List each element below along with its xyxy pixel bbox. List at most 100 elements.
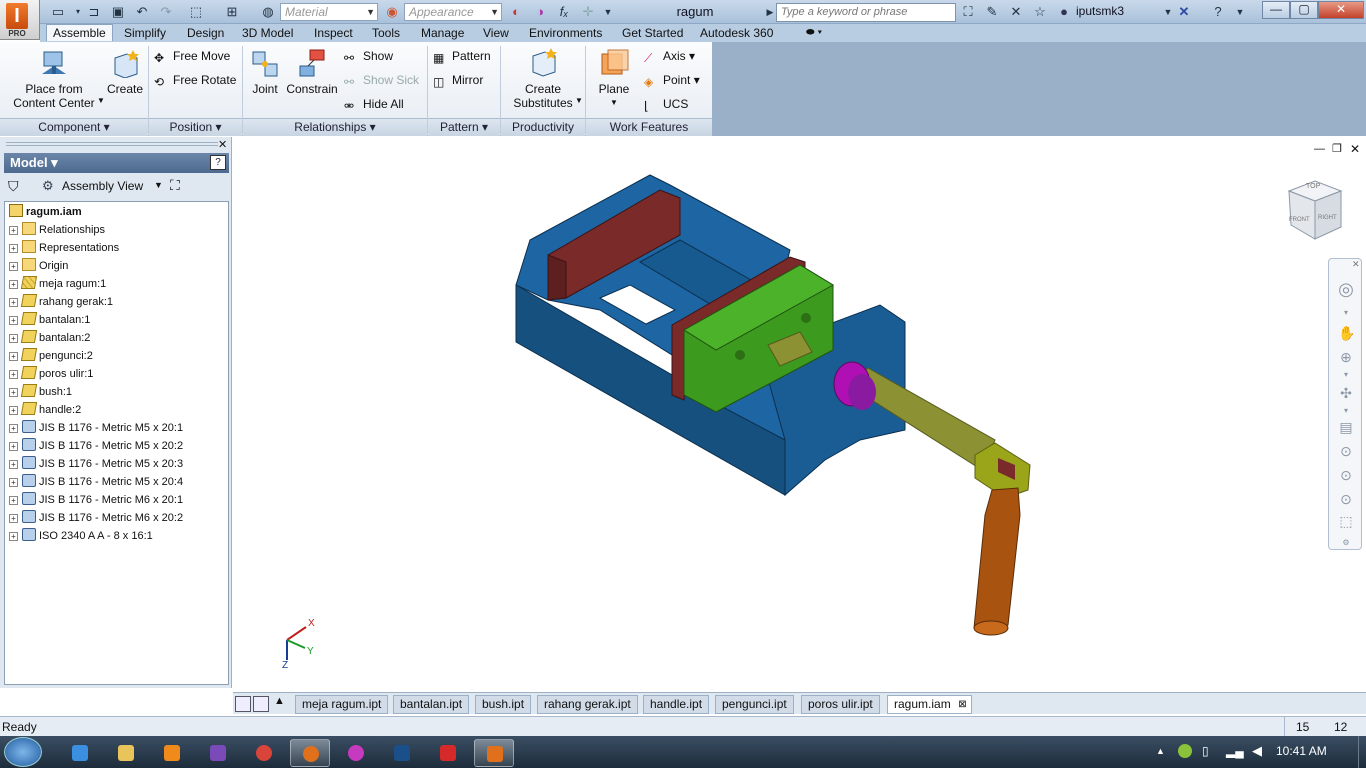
comm-center-icon[interactable]: ✕ (1008, 4, 1024, 20)
viewcube-right-face[interactable]: RIGHT (1318, 215, 1337, 221)
tree-root[interactable]: ragum.iam (9, 203, 82, 221)
expand-icon[interactable]: + (9, 316, 18, 325)
doc-tab-rahang-gerak[interactable]: rahang gerak.ipt (537, 695, 638, 714)
tab-design[interactable]: Design (181, 25, 230, 42)
tab-close-icon[interactable]: ⊠ (958, 696, 966, 713)
taskbar-screen-recorder[interactable] (428, 739, 468, 767)
tree-node[interactable]: + bantalan:1 (9, 311, 90, 329)
expand-icon[interactable]: + (9, 514, 18, 523)
pan-hand-icon[interactable]: ✋ (1338, 325, 1355, 341)
browser-title-bar[interactable]: Model ▾ (4, 153, 229, 173)
application-menu-button[interactable]: I PRO (0, 0, 40, 40)
zoom-selected-icon[interactable]: ⊙ (1338, 491, 1354, 507)
tree-node[interactable]: + ISO 2340 A A - 8 x 16:1 (9, 527, 153, 545)
doc-tab-poros-ulir[interactable]: poros ulir.ipt (801, 695, 880, 714)
doc-tab-meja-ragum[interactable]: meja ragum.ipt (295, 695, 389, 714)
network-icon[interactable]: ▂▄ (1226, 744, 1244, 758)
panel-component[interactable]: Component ▾ (0, 118, 148, 136)
doc-tab-ragum-active[interactable]: ragum.iam ⊠ (887, 695, 972, 714)
show-desktop-button[interactable] (1358, 736, 1366, 768)
tree-node[interactable]: + Origin (9, 257, 68, 275)
tab-manage[interactable]: Manage (415, 25, 470, 42)
substitutes-dropdown-icon[interactable]: ▼ (575, 96, 583, 105)
binoculars-find-icon[interactable]: ⛶ (170, 177, 180, 194)
doc-tab-bantalan[interactable]: bantalan.ipt (393, 695, 470, 714)
point-button[interactable]: ◈ Point ▾ (644, 72, 700, 89)
favorites-star-icon[interactable]: ☆ (1032, 4, 1048, 20)
taskbar-media-player[interactable] (152, 739, 192, 767)
fit-icon[interactable]: ⬚ (1338, 513, 1354, 529)
parameters-fx-icon[interactable]: fₓ (556, 4, 572, 20)
tree-node[interactable]: + JIS B 1176 - Metric M5 x 20:2 (9, 437, 183, 455)
canvas-restore-icon[interactable]: ❐ (1332, 142, 1342, 155)
select-filter-icon[interactable]: ⊞ (224, 4, 240, 20)
save-icon[interactable]: ▣ (110, 4, 126, 20)
expand-icon[interactable]: + (9, 352, 18, 361)
user-name[interactable]: iputsmk3 (1076, 4, 1124, 18)
exchange-x-icon[interactable]: ✕ (1176, 4, 1192, 20)
ucs-button[interactable]: ⌊ UCS (644, 96, 688, 113)
axis-button[interactable]: ⟋ Axis ▾ (644, 48, 695, 65)
plane-button[interactable]: Plane (592, 48, 636, 96)
minimize-button[interactable]: — (1262, 1, 1290, 19)
expand-icon[interactable]: + (9, 388, 18, 397)
zoom-all-icon[interactable]: ⊙ (1338, 443, 1354, 459)
free-rotate-button[interactable]: ⟲ Free Rotate (154, 72, 236, 89)
constrain-button[interactable]: Constrain (284, 48, 340, 96)
joint-button[interactable]: Joint (246, 48, 284, 96)
navbar-customize-icon[interactable]: ⚙ (1338, 535, 1354, 551)
expand-icon[interactable]: + (9, 244, 18, 253)
expand-icon[interactable]: + (9, 442, 18, 451)
navbar-close-icon[interactable]: ✕ (1352, 259, 1360, 270)
tree-node[interactable]: + pengunci:2 (9, 347, 93, 365)
tab-3d-model[interactable]: 3D Model (236, 25, 299, 42)
taskbar-explorer[interactable] (106, 739, 146, 767)
tile-windows-icon[interactable] (253, 696, 269, 712)
orbit-icon[interactable]: ✣ (1338, 385, 1354, 401)
plane-dropdown-icon[interactable]: ▼ (610, 98, 618, 107)
tab-get-started[interactable]: Get Started (616, 25, 689, 42)
taskbar-inventor[interactable] (474, 739, 514, 767)
binoculars-icon[interactable]: ⛶ (960, 4, 976, 20)
pattern-button[interactable]: ▦ Pattern (433, 48, 491, 65)
new-file-icon[interactable]: ▭ (50, 4, 66, 20)
expand-icon[interactable]: + (9, 496, 18, 505)
tree-node[interactable]: + bantalan:2 (9, 329, 90, 347)
free-move-button[interactable]: ✥ Free Move (154, 48, 230, 65)
expand-icon[interactable]: + (9, 226, 18, 235)
tab-environments[interactable]: Environments (523, 25, 608, 42)
tray-device-icon[interactable]: ▯ (1202, 744, 1209, 758)
taskbar-firefox[interactable] (290, 739, 330, 767)
orbit-dropdown-icon[interactable]: ▾ (1338, 403, 1354, 419)
tab-view[interactable]: View (477, 25, 515, 42)
expand-icon[interactable]: + (9, 406, 18, 415)
tree-node[interactable]: + poros ulir:1 (9, 365, 93, 383)
expand-icon[interactable]: + (9, 478, 18, 487)
return-icon[interactable]: ⬚ (188, 4, 204, 20)
update-icon[interactable]: ◍ (260, 4, 276, 20)
maximize-button[interactable]: ▢ (1290, 1, 1318, 19)
view-dropdown-icon[interactable]: ▼ (154, 180, 163, 190)
taskbar-clock[interactable]: 10:41 AM (1276, 744, 1327, 758)
browser-help-icon[interactable]: ? (210, 155, 226, 170)
tree-node[interactable]: + rahang gerak:1 (9, 293, 113, 311)
graphics-window[interactable]: X Y Z TOP FRONT RIGHT — ❐ ✕ (233, 137, 1366, 692)
expand-icon[interactable]: + (9, 262, 18, 271)
canvas-minimize-icon[interactable]: — (1314, 143, 1325, 155)
taskbar-picasa[interactable] (336, 739, 376, 767)
viewcube-top-face[interactable]: TOP (1306, 183, 1320, 190)
show-sick-button[interactable]: ⚯ Show Sick (344, 72, 419, 89)
tabs-menu-icon[interactable]: ▲ (274, 695, 285, 707)
mirror-button[interactable]: ◫ Mirror (433, 72, 483, 89)
tab-autodesk-360[interactable]: Autodesk 360 (694, 25, 779, 42)
wheel-dropdown-icon[interactable]: ▾ (1338, 305, 1354, 321)
cascade-windows-icon[interactable] (235, 696, 251, 712)
zoom-dropdown-icon[interactable]: ▾ (1338, 367, 1354, 383)
tab-assemble[interactable]: Assemble (46, 24, 113, 41)
expand-icon[interactable]: + (9, 370, 18, 379)
place-from-content-center-button[interactable]: Place from Content Center (10, 48, 98, 110)
taskbar-photoshop[interactable] (382, 739, 422, 767)
undo-icon[interactable]: ↶ (134, 4, 150, 20)
tree-node[interactable]: + bush:1 (9, 383, 72, 401)
user-icon[interactable]: ● (1056, 4, 1072, 20)
